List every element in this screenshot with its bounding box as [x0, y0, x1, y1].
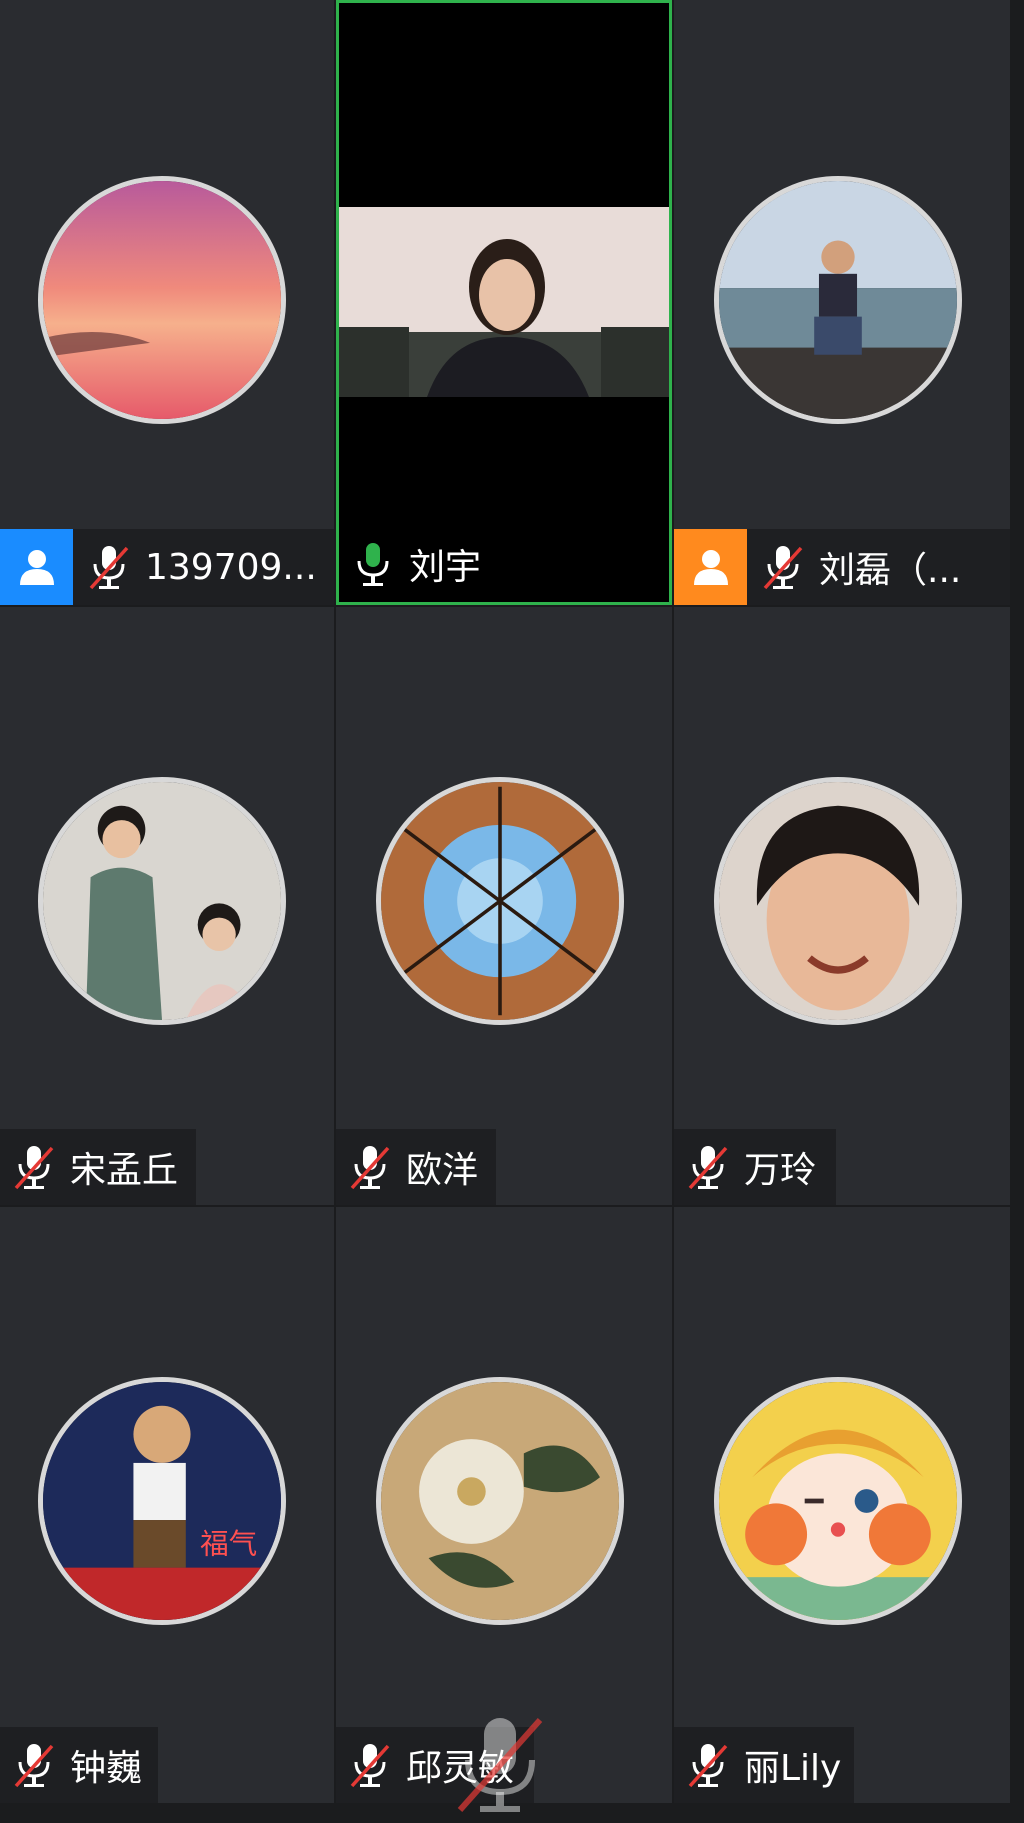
participant-name: 丽Lily [744, 1748, 842, 1789]
participant-tile[interactable]: 福气 钟巍 [0, 1207, 334, 1803]
microphone-muted-icon [348, 1142, 392, 1192]
person-icon [0, 529, 73, 605]
name-bar: 欧洋 [336, 1129, 496, 1205]
participant-tile[interactable]: 宋孟丘 [0, 607, 334, 1205]
avatar: 福气 [38, 1377, 286, 1625]
participant-name: 139709... [145, 546, 317, 588]
avatar [376, 777, 624, 1025]
microphone-muted-icon [348, 1740, 392, 1790]
participant-name: 钟巍 [70, 1748, 143, 1789]
participant-tile[interactable]: 欧洋 [336, 607, 672, 1205]
name-bar: 刘磊（... [674, 529, 1010, 605]
participant-tile[interactable]: 丽Lily [674, 1207, 1010, 1803]
participant-name: 刘磊（... [819, 550, 962, 591]
svg-text:福气: 福气 [200, 1526, 257, 1560]
avatar [714, 777, 962, 1025]
name-bar: 139709... [0, 529, 334, 605]
avatar [38, 777, 286, 1025]
avatar [376, 1377, 624, 1625]
participant-tile-active[interactable]: 刘宇 [336, 0, 672, 605]
microphone-muted-icon [457, 1717, 543, 1812]
participant-name: 宋孟丘 [70, 1150, 179, 1191]
person-icon [674, 529, 747, 605]
microphone-muted-icon [12, 1142, 56, 1192]
name-bar: 宋孟丘 [0, 1129, 196, 1205]
avatar [714, 176, 962, 424]
name-bar: 刘宇 [339, 526, 669, 602]
microphone-muted-icon [12, 1740, 56, 1790]
microphone-muted-icon [686, 1740, 730, 1790]
microphone-muted-icon [686, 1142, 730, 1192]
participant-name: 欧洋 [406, 1150, 479, 1191]
microphone-muted-icon [761, 542, 805, 592]
avatar [714, 1377, 962, 1625]
name-bar: 万玲 [674, 1129, 836, 1205]
participant-tile[interactable]: 139709... [0, 0, 334, 605]
participant-name: 刘宇 [409, 547, 482, 588]
name-bar: 钟巍 [0, 1727, 158, 1803]
name-bar: 丽Lily [674, 1727, 854, 1803]
microphone-muted-icon [87, 542, 131, 592]
participant-tile[interactable]: 刘磊（... [674, 0, 1010, 605]
video-feed [339, 207, 669, 397]
mute-toggle-button[interactable] [440, 1706, 560, 1823]
avatar [38, 176, 286, 424]
video-grid: 139709... 刘宇 刘磊（... 宋孟丘 欧洋 万玲 福气 钟巍 邱灵敏 … [0, 0, 1024, 1823]
participant-name: 万玲 [744, 1150, 817, 1191]
microphone-icon [351, 539, 395, 589]
participant-tile[interactable]: 万玲 [674, 607, 1010, 1205]
